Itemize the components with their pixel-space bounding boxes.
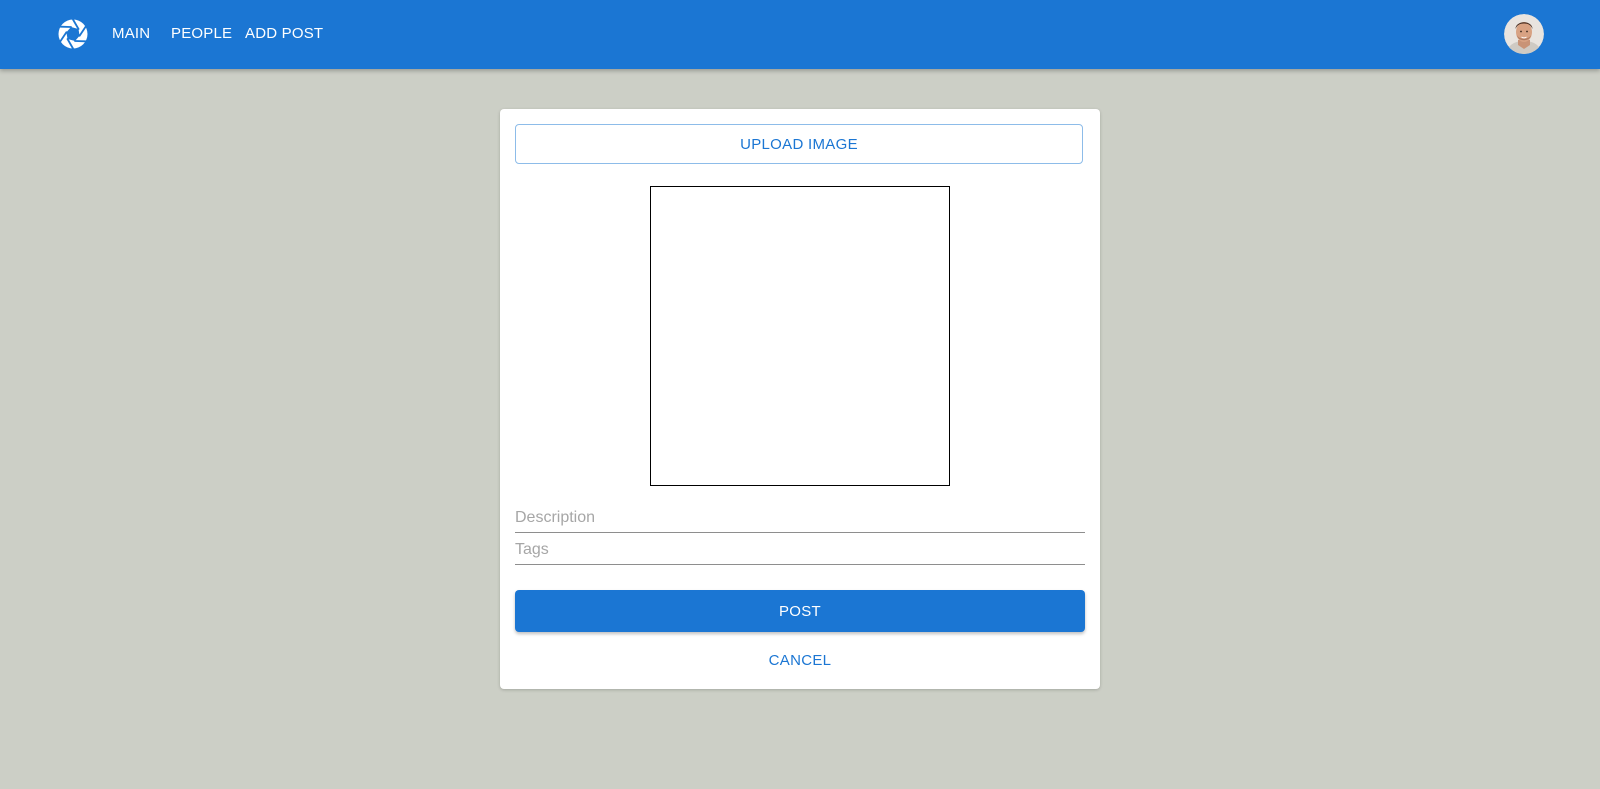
camera-aperture-icon[interactable] xyxy=(58,18,88,50)
description-input[interactable] xyxy=(515,509,1085,527)
app-bar: MAIN PEOPLE ADD POST xyxy=(0,0,1600,69)
nav-link-add-post[interactable]: ADD POST xyxy=(245,25,323,43)
nav-link-main[interactable]: MAIN xyxy=(112,25,150,43)
tags-field xyxy=(515,532,1085,565)
image-preview xyxy=(650,186,950,486)
tags-input[interactable] xyxy=(515,541,1085,559)
nav-link-people[interactable]: PEOPLE xyxy=(171,25,232,43)
description-field xyxy=(515,500,1085,533)
upload-image-button[interactable]: UPLOAD IMAGE xyxy=(515,124,1083,164)
cancel-button[interactable]: CANCEL xyxy=(740,642,860,678)
user-avatar[interactable] xyxy=(1504,14,1544,54)
post-button[interactable]: POST xyxy=(515,590,1085,632)
add-post-card: UPLOAD IMAGE POST CANCEL xyxy=(500,109,1100,689)
